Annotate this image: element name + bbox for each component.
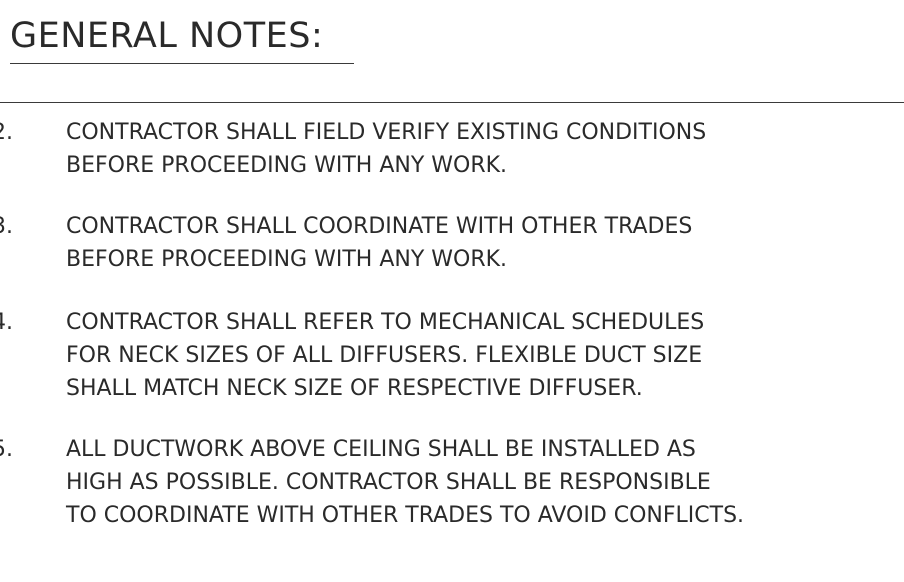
note-number: 4. — [0, 310, 13, 335]
note-line: TO COORDINATE WITH OTHER TRADES TO AVOID… — [66, 503, 745, 528]
note-line: ALL DUCTWORK ABOVE CEILING SHALL BE INST… — [66, 437, 696, 462]
note-line: CONTRACTOR SHALL REFER TO MECHANICAL SCH… — [66, 310, 705, 335]
note-line: BEFORE PROCEEDING WITH ANY WORK. — [66, 153, 508, 178]
note-number: 3. — [0, 214, 13, 239]
heading-underline — [10, 63, 354, 64]
note-line: HIGH AS POSSIBLE. CONTRACTOR SHALL BE RE… — [66, 470, 711, 495]
note-line: CONTRACTOR SHALL COORDINATE WITH OTHER T… — [66, 214, 693, 239]
section-divider — [0, 102, 904, 103]
note-line: SHALL MATCH NECK SIZE OF RESPECTIVE DIFF… — [66, 376, 643, 401]
note-number: 5. — [0, 437, 13, 462]
note-line: FOR NECK SIZES OF ALL DIFFUSERS. FLEXIBL… — [66, 343, 703, 368]
note-line: BEFORE PROCEEDING WITH ANY WORK. — [66, 247, 508, 272]
note-line: CONTRACTOR SHALL FIELD VERIFY EXISTING C… — [66, 120, 707, 145]
note-number: 2. — [0, 120, 13, 145]
general-notes-heading: GENERAL NOTES: — [10, 16, 324, 56]
